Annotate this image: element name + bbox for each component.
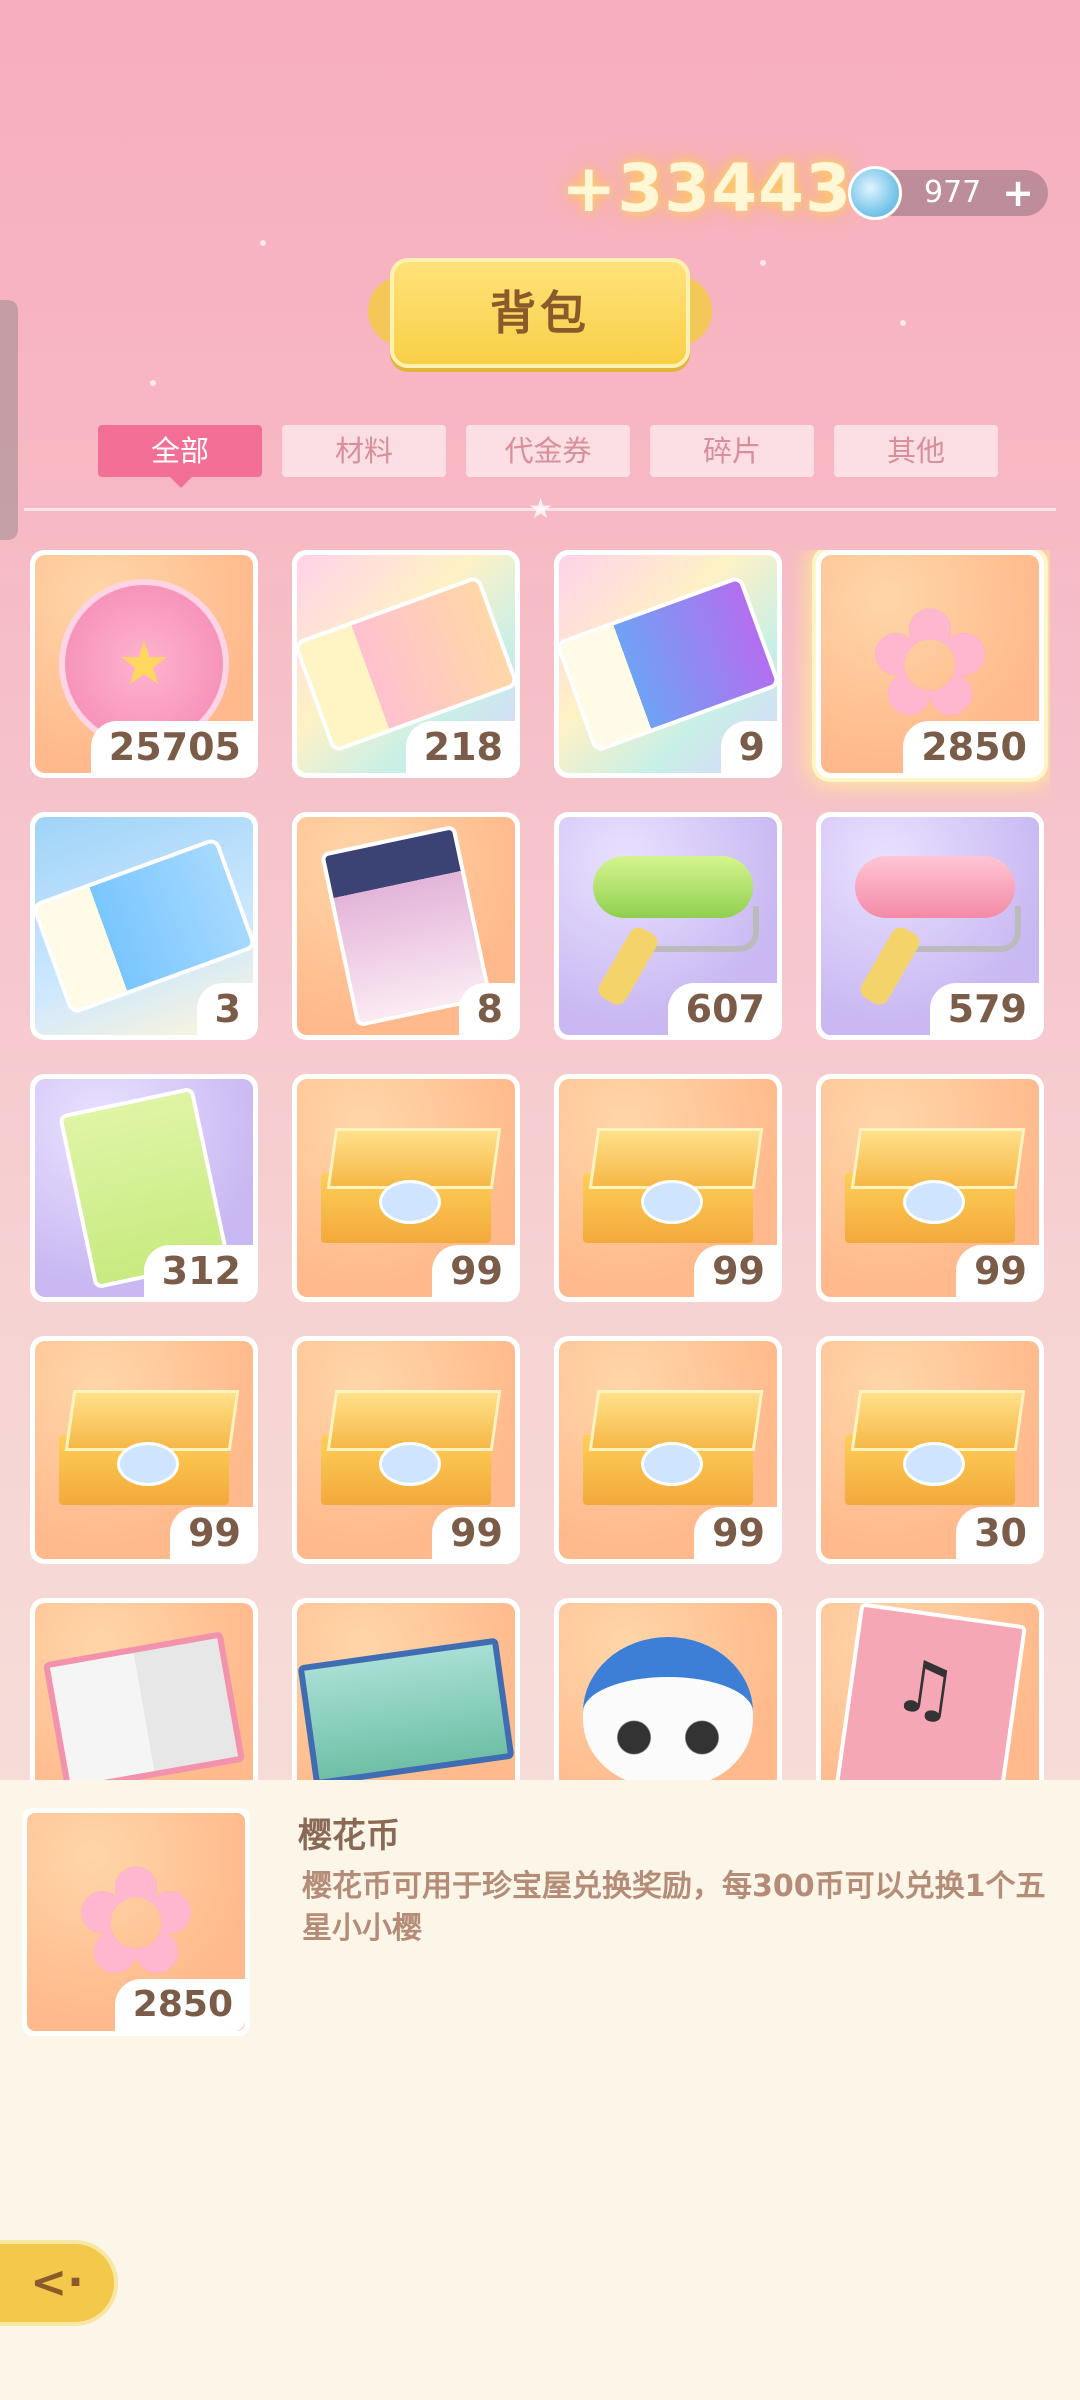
- puzzle-box-icon: [311, 1128, 502, 1248]
- item-count: 99: [170, 1507, 253, 1559]
- sparkle: [260, 240, 266, 246]
- item-count: 607: [667, 983, 777, 1035]
- sparkle: [150, 380, 156, 386]
- sakura-coin-icon: ✿: [867, 577, 993, 751]
- item-count: 9: [720, 721, 777, 773]
- inventory-item[interactable]: 25705: [30, 550, 258, 778]
- inventory-item[interactable]: 8: [292, 812, 520, 1040]
- inventory-item[interactable]: 9: [554, 550, 782, 778]
- inventory-item[interactable]: 99: [816, 1074, 1044, 1302]
- tab-materials[interactable]: 材料: [282, 425, 446, 477]
- box-bow: [903, 1442, 965, 1486]
- item-count: 30: [956, 1507, 1039, 1559]
- tab-others[interactable]: 其他: [834, 425, 998, 477]
- box-bow: [903, 1180, 965, 1224]
- tab-all[interactable]: 全部: [98, 425, 262, 488]
- page-title: 背包: [490, 286, 590, 340]
- add-gem-button[interactable]: +: [1002, 170, 1034, 216]
- item-count: 218: [405, 721, 515, 773]
- inventory-item[interactable]: 99: [554, 1074, 782, 1302]
- inventory-item[interactable]: 30: [816, 1336, 1044, 1564]
- sakura-coin-icon: ✿: [73, 1835, 199, 2009]
- item-count: 99: [694, 1245, 777, 1297]
- box-bow: [117, 1442, 179, 1486]
- sparkle: [760, 260, 766, 266]
- detail-item-thumbnail: ✿ 2850: [22, 1808, 250, 2036]
- box-bow: [641, 1180, 703, 1224]
- inventory-grid[interactable]: 25705 218 9 ✿ 2850 3 8 607 579: [30, 550, 1050, 1780]
- puzzle-box-icon: [573, 1390, 764, 1510]
- detail-item-count: 2850: [114, 1979, 245, 2031]
- coloring-book-icon: [42, 1631, 246, 1780]
- item-count: 8: [458, 983, 515, 1035]
- item-count: 3: [196, 983, 253, 1035]
- inventory-item[interactable]: 312: [30, 1074, 258, 1302]
- item-count: 99: [432, 1245, 515, 1297]
- roller-handle: [595, 923, 661, 1009]
- roller-handle: [857, 923, 923, 1009]
- puzzle-box-icon: [573, 1128, 764, 1248]
- category-tabs: 全部 材料 代金券 碎片 其他: [98, 425, 998, 488]
- item-bg: [35, 1603, 253, 1780]
- detail-item-description: 樱花币可用于珍宝屋兑换奖励，每300币可以兑换1个五星小小樱: [302, 1869, 1046, 1946]
- bear-puzzle-icon: [297, 1637, 515, 1780]
- gem-icon: [848, 166, 902, 220]
- tab-vouchers[interactable]: 代金券: [466, 425, 630, 477]
- item-count: 99: [956, 1245, 1039, 1297]
- inventory-item-selected[interactable]: ✿ 2850: [816, 550, 1044, 778]
- item-count: 25705: [90, 721, 253, 773]
- box-bow: [379, 1180, 441, 1224]
- inventory-item[interactable]: 3: [30, 812, 258, 1040]
- reward-gain-text: +33443: [561, 150, 852, 227]
- page-title-plate: 背包: [368, 258, 712, 368]
- item-bg: [821, 1603, 1039, 1780]
- back-arrow-icon: <·: [30, 2257, 84, 2308]
- side-drawer-handle[interactable]: [0, 300, 18, 540]
- inventory-item[interactable]: [292, 1598, 520, 1780]
- item-count: 2850: [903, 721, 1039, 773]
- puzzle-box-icon: [835, 1128, 1026, 1248]
- inventory-item[interactable]: 99: [292, 1336, 520, 1564]
- sparkle: [900, 320, 906, 326]
- inventory-item[interactable]: 579: [816, 812, 1044, 1040]
- gem-currency-bar: 977 +: [848, 166, 1048, 220]
- detail-item-name: 樱花币: [298, 1816, 400, 1856]
- item-count: 312: [143, 1245, 253, 1297]
- music-book-icon: [833, 1603, 1027, 1780]
- tab-fragments[interactable]: 碎片: [650, 425, 814, 477]
- puzzle-box-icon: [835, 1390, 1026, 1510]
- item-count: 579: [929, 983, 1039, 1035]
- inventory-item[interactable]: 99: [292, 1074, 520, 1302]
- inventory-item[interactable]: 99: [554, 1336, 782, 1564]
- box-bow: [641, 1442, 703, 1486]
- gem-count: 977: [924, 175, 982, 210]
- inventory-item[interactable]: [554, 1598, 782, 1780]
- puzzle-box-icon: [49, 1390, 240, 1510]
- star-icon: ★: [528, 492, 554, 525]
- inventory-item[interactable]: 218: [292, 550, 520, 778]
- green-roller-icon: [573, 846, 763, 1009]
- inventory-item[interactable]: [816, 1598, 1044, 1780]
- back-button[interactable]: <·: [0, 2240, 118, 2326]
- item-count: 99: [432, 1507, 515, 1559]
- inventory-item[interactable]: 607: [554, 812, 782, 1040]
- panda-plush-icon: [583, 1637, 753, 1780]
- box-bow: [379, 1442, 441, 1486]
- pink-roller-icon: [835, 846, 1025, 1009]
- item-count: 99: [694, 1507, 777, 1559]
- puzzle-box-icon: [311, 1390, 502, 1510]
- item-bg: [559, 1603, 777, 1780]
- inventory-item[interactable]: 99: [30, 1336, 258, 1564]
- item-bg: [297, 1603, 515, 1780]
- item-detail-panel: ✿ 2850 樱花币 樱花币可用于珍宝屋兑换奖励，每300币可以兑换1个五星小小…: [0, 1780, 1080, 2400]
- inventory-item[interactable]: [30, 1598, 258, 1780]
